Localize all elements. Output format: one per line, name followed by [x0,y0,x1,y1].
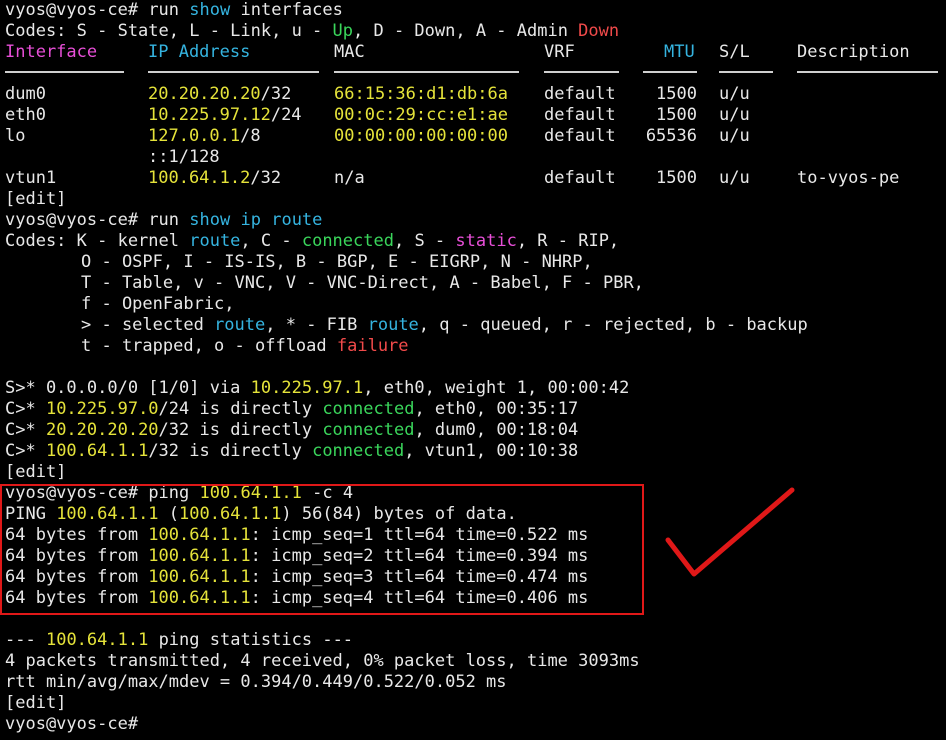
header-underline [719,71,773,73]
header-underline [797,71,938,73]
header-underline [148,71,319,73]
edit-marker: [edit] [5,189,67,209]
header-underline [5,71,124,73]
terminal-window[interactable]: vyos@vyos-ce# run show interfaces Codes:… [0,0,946,740]
command-line-show-interfaces: vyos@vyos-ce# run show interfaces [5,0,343,20]
route-codes-legend: > - selected route, * - FIB route, q - q… [81,315,808,335]
ping-highlight-box [0,484,644,615]
prompt: vyos@vyos-ce# [5,714,139,734]
header-mtu: MTU [664,42,695,62]
header-underline [643,71,697,73]
header-mac: MAC [334,42,365,62]
header-vrf: VRF [544,42,575,62]
header-interface: Interface [5,42,98,62]
command-line-current[interactable]: vyos@vyos-ce# [5,714,138,735]
edit-marker: [edit] [5,462,67,482]
interface-codes-legend: Codes: S - State, L - Link, u - Up, D - … [5,21,620,41]
table-row: vtun1 100.64.1.2/32 n/a default 1500 u/u… [5,168,900,188]
ping-rtt: rtt min/avg/max/mdev = 0.394/0.449/0.522… [5,672,507,692]
header-underline [544,71,619,73]
table-row: eth0 10.225.97.12/24 00:0c:29:cc:e1:ae d… [5,105,750,125]
route-codes-legend: f - OpenFabric, [81,294,235,314]
ping-statistics-header: --- 100.64.1.1 ping statistics --- [5,630,354,650]
edit-marker: [edit] [5,693,67,713]
header-sl: S/L [719,42,750,62]
table-row: lo 127.0.0.1/8 00:00:00:00:00:00 default… [5,126,750,146]
table-row-continuation: ::1/128 [148,147,220,167]
route-entry: S>* 0.0.0.0/0 [1/0] via 10.225.97.1, eth… [5,378,630,398]
table-row: dum0 20.20.20.20/32 66:15:36:d1:db:6a de… [5,84,750,104]
header-ip: IP Address [148,42,251,62]
prompt: vyos@vyos-ce# [5,0,139,20]
prompt: vyos@vyos-ce# [5,210,139,230]
checkmark-icon [665,487,795,577]
route-entry: C>* 20.20.20.20/32 is directly connected… [5,420,579,440]
route-entry: C>* 100.64.1.1/32 is directly connected,… [5,441,579,461]
header-underline [334,71,519,73]
interfaces-table-header: Interface IP Address MAC VRF MTU S/L Des… [5,42,945,63]
route-entry: C>* 10.225.97.0/24 is directly connected… [5,399,579,419]
route-codes-legend: O - OSPF, I - IS-IS, B - BGP, E - EIGRP,… [81,252,593,272]
route-codes-legend: T - Table, v - VNC, V - VNC-Direct, A - … [81,273,644,293]
route-codes-legend: Codes: K - kernel route, C - connected, … [5,231,620,251]
ping-statistics: 4 packets transmitted, 4 received, 0% pa… [5,651,640,671]
route-codes-legend: t - trapped, o - offload failure [81,336,409,356]
header-description: Description [797,42,910,62]
command-line-show-ip-route: vyos@vyos-ce# run show ip route [5,210,323,230]
